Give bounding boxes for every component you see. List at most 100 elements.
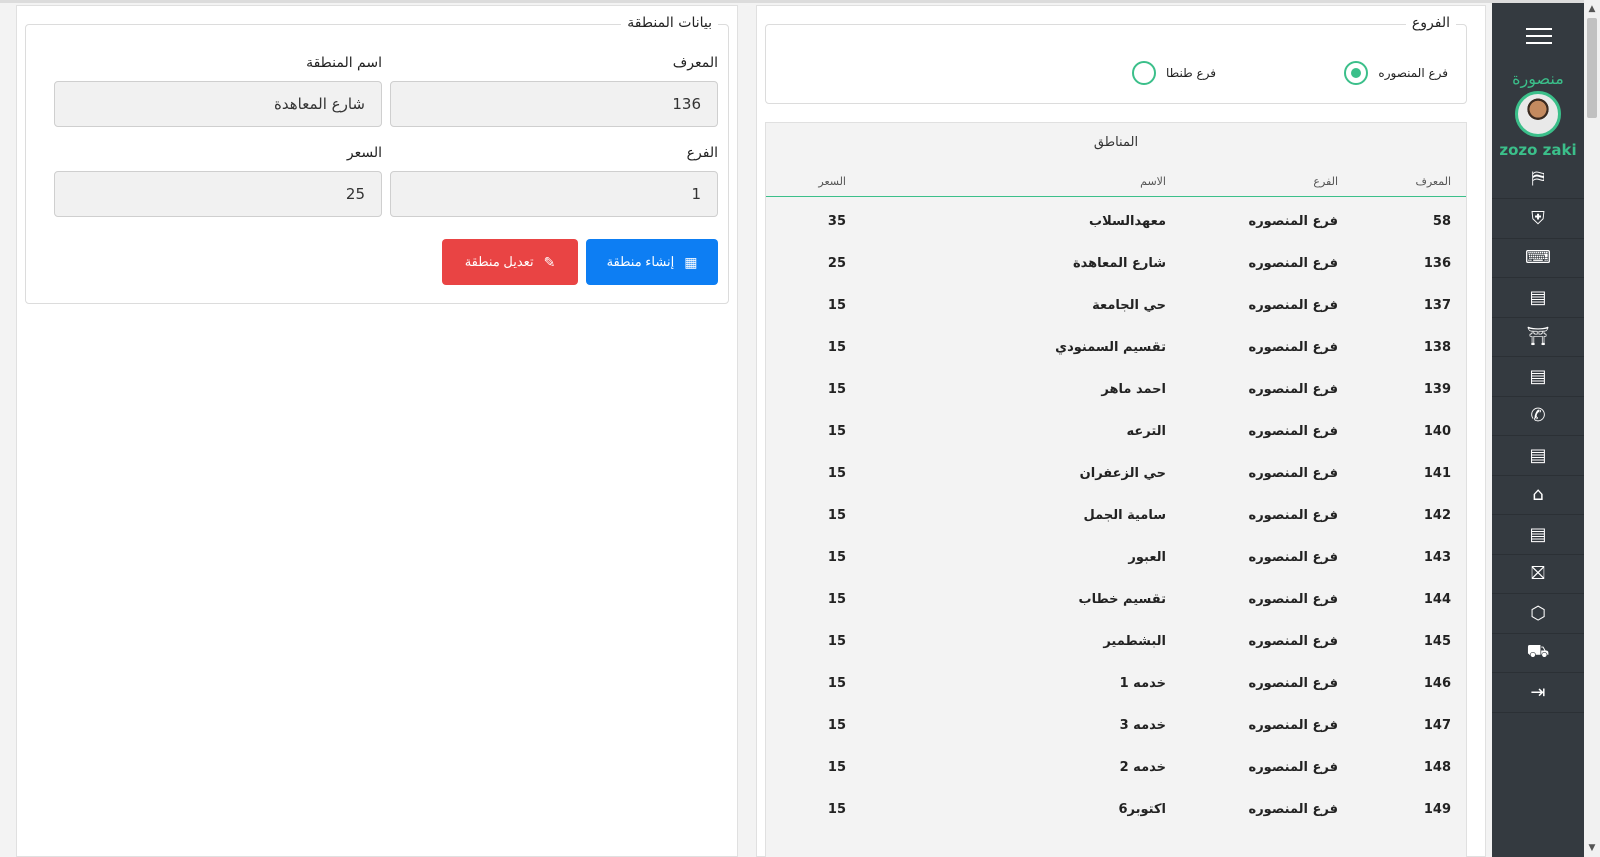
branches-legend: الفروع xyxy=(1405,15,1456,31)
sidebar-item-12[interactable]: ⛟ xyxy=(1492,633,1584,673)
sidebar-item-6[interactable]: ✆ xyxy=(1492,396,1584,436)
cell-name: تقسيم خطاب xyxy=(1078,592,1166,607)
table-row[interactable]: 138 فرع المنصوره تقسيم السمنودي 15 xyxy=(766,326,1466,368)
table-row[interactable]: 145 فرع المنصوره البشطمير 15 xyxy=(766,620,1466,662)
scroll-thumb[interactable] xyxy=(1587,18,1597,118)
table-row[interactable]: 136 فرع المنصوره شارع المعاهدة 25 xyxy=(766,242,1466,284)
cell-id: 144 xyxy=(1423,592,1451,607)
table-row[interactable]: 58 فرع المنصوره معهدالسلاب 35 xyxy=(766,200,1466,242)
header-id[interactable]: المعرف xyxy=(1415,175,1451,188)
sidebar-item-3[interactable]: ▤ xyxy=(1492,278,1584,318)
create-zone-label: إنشاء منطقة xyxy=(606,254,675,269)
scroll-up-icon[interactable]: ▲ xyxy=(1584,2,1600,16)
scooter-icon: ⛟ xyxy=(1526,640,1550,662)
page-scrollbar[interactable]: ▲ ▼ xyxy=(1584,0,1600,857)
table-row[interactable]: 146 فرع المنصوره خدمه 1 15 xyxy=(766,662,1466,704)
table-row[interactable]: 142 فرع المنصوره سامية الجمل 15 xyxy=(766,494,1466,536)
sidebar-item-11[interactable]: ⬡ xyxy=(1492,594,1584,634)
cell-branch: فرع المنصوره xyxy=(1248,466,1338,481)
cash-register-icon: ⌨ xyxy=(1525,247,1551,268)
table-row[interactable]: 143 فرع المنصوره العبور 15 xyxy=(766,536,1466,578)
hamburger-menu-icon[interactable] xyxy=(1526,23,1552,49)
shield-icon: ⛨ xyxy=(1531,207,1545,229)
cell-branch: فرع المنصوره xyxy=(1248,718,1338,733)
cell-branch: فرع المنصوره xyxy=(1248,634,1338,649)
receipt-icon: ▤ xyxy=(1529,523,1547,545)
branch-brand: منصورة xyxy=(1512,69,1564,88)
cell-price: 15 xyxy=(827,466,846,481)
cell-name: خدمه 1 xyxy=(1119,676,1166,691)
zone-data-fieldset: بيانات المنطقة المعرف اسم المنطقة الفرع … xyxy=(25,15,729,304)
zone-form-panel: بيانات المنطقة المعرف اسم المنطقة الفرع … xyxy=(16,5,738,857)
cell-id: 141 xyxy=(1423,466,1451,481)
cell-price: 15 xyxy=(827,760,846,775)
cell-id: 139 xyxy=(1423,382,1451,397)
zones-panel: الفروع فرع المنصوره فرع طنطا المناطق الم… xyxy=(756,5,1486,857)
sidebar-item-13[interactable]: ⇥ xyxy=(1492,673,1584,713)
cell-name: معهدالسلاب xyxy=(1089,214,1166,229)
header-price[interactable]: السعر xyxy=(818,175,846,188)
edit-zone-label: تعديل منطقة xyxy=(464,254,534,269)
cell-id: 137 xyxy=(1423,298,1451,313)
table-row[interactable]: 141 فرع المنصوره حي الزعفران 15 xyxy=(766,452,1466,494)
cell-id: 136 xyxy=(1423,256,1451,271)
sidebar-item-7[interactable]: ▤ xyxy=(1492,436,1584,476)
cell-id: 147 xyxy=(1423,718,1451,733)
branch-option-mansoura[interactable]: فرع المنصوره xyxy=(1344,61,1448,85)
zone-name-field[interactable] xyxy=(54,81,382,127)
top-border xyxy=(0,0,1600,3)
cell-id: 145 xyxy=(1423,634,1451,649)
table-row[interactable]: 148 فرع المنصوره خدمه 2 15 xyxy=(766,746,1466,788)
table-row[interactable]: 149 فرع المنصوره 6اكتوبر 15 xyxy=(766,788,1466,830)
radio-unchecked-icon[interactable] xyxy=(1131,61,1156,85)
box-search-icon: ⬡ xyxy=(1530,602,1546,624)
cell-id: 140 xyxy=(1423,424,1451,439)
cell-name: خدمه 3 xyxy=(1119,718,1166,733)
cell-branch: فرع المنصوره xyxy=(1248,382,1338,397)
sidebar-item-1[interactable]: ⛨ xyxy=(1492,199,1584,239)
cell-price: 15 xyxy=(827,508,846,523)
cell-price: 15 xyxy=(827,802,846,817)
radio-checked-icon[interactable] xyxy=(1344,61,1369,85)
sidebar-item-9[interactable]: ▤ xyxy=(1492,515,1584,555)
cell-price: 15 xyxy=(827,676,846,691)
sidebar-item-5[interactable]: ▤ xyxy=(1492,357,1584,397)
table-icon: ⛩ xyxy=(1526,326,1550,347)
branch-option-label: فرع المنصوره xyxy=(1378,66,1448,80)
edit-zone-button[interactable]: تعديل منطقة ✎ xyxy=(442,239,578,285)
building-icon: ▦ xyxy=(684,253,698,270)
branch-field[interactable] xyxy=(390,171,718,217)
receipt-icon: ▤ xyxy=(1529,444,1547,466)
table-row[interactable]: 144 فرع المنصوره تقسيم خطاب 15 xyxy=(766,578,1466,620)
cell-branch: فرع المنصوره xyxy=(1248,550,1338,565)
sidebar-item-4[interactable]: ⛩ xyxy=(1492,317,1584,357)
header-name[interactable]: الاسم xyxy=(1140,175,1166,188)
zones-table-caption: المناطق xyxy=(1093,135,1139,150)
header-branch[interactable]: الفرع xyxy=(1313,175,1338,188)
id-field[interactable] xyxy=(390,81,718,127)
cell-price: 15 xyxy=(827,382,846,397)
cell-name: خدمه 2 xyxy=(1119,760,1166,775)
sidebar-item-10[interactable]: ⛝ xyxy=(1492,554,1584,594)
zone-name-label: اسم المنطقة xyxy=(306,55,382,71)
table-row[interactable]: 147 فرع المنصوره خدمه 3 15 xyxy=(766,704,1466,746)
logout-icon: ⇥ xyxy=(1530,681,1546,703)
branch-option-tanta[interactable]: فرع طنطا xyxy=(1131,61,1216,85)
avatar[interactable] xyxy=(1515,91,1561,137)
cell-price: 35 xyxy=(827,214,846,229)
cell-price: 25 xyxy=(827,256,846,271)
table-row[interactable]: 140 فرع المنصوره الترعه 15 xyxy=(766,410,1466,452)
sidebar-item-2[interactable]: ⌨ xyxy=(1492,238,1584,278)
cell-branch: فرع المنصوره xyxy=(1248,802,1338,817)
cell-name: الترعه xyxy=(1126,424,1167,439)
scroll-down-icon[interactable]: ▼ xyxy=(1584,841,1600,855)
cell-id: 142 xyxy=(1423,508,1451,523)
cell-branch: فرع المنصوره xyxy=(1248,676,1338,691)
sidebar-item-8[interactable]: ⌂ xyxy=(1492,475,1584,515)
create-zone-button[interactable]: إنشاء منطقة ▦ xyxy=(586,239,718,285)
sidebar-item-0[interactable]: ⛿ xyxy=(1492,159,1584,199)
cell-name: شارع المعاهدة xyxy=(1072,256,1166,271)
table-row[interactable]: 139 فرع المنصوره احمد ماهر 15 xyxy=(766,368,1466,410)
table-row[interactable]: 137 فرع المنصوره حي الجامعة 15 xyxy=(766,284,1466,326)
price-field[interactable] xyxy=(54,171,382,217)
